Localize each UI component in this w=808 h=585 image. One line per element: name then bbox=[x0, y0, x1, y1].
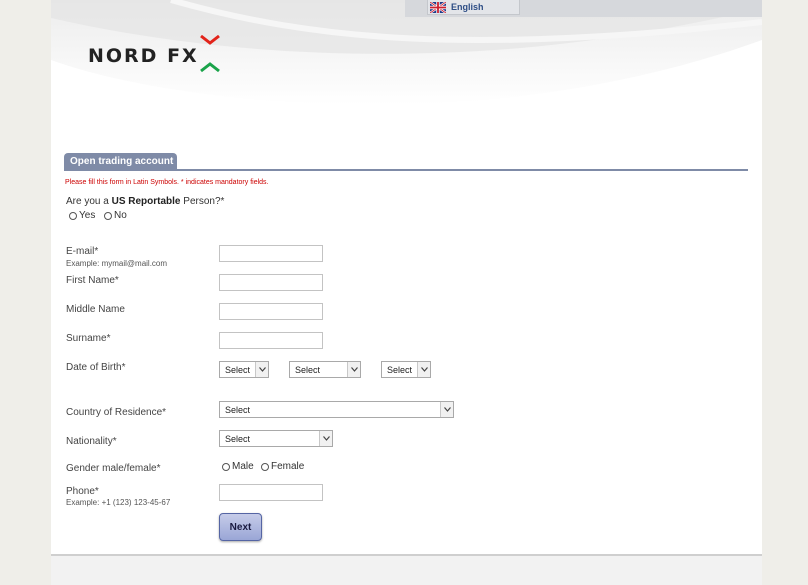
question-bold: US Reportable bbox=[111, 196, 181, 207]
next-button[interactable]: Next bbox=[219, 513, 262, 541]
gender-label: Gender male/female* bbox=[66, 463, 161, 474]
radio-no-label: No bbox=[114, 210, 127, 221]
language-selector[interactable]: English bbox=[427, 0, 520, 15]
tab-label: Open trading account bbox=[70, 156, 174, 167]
nationality-label: Nationality* bbox=[66, 436, 117, 447]
page: English NORD FX Open trading account Ple… bbox=[51, 0, 762, 585]
country-select[interactable]: Select bbox=[219, 401, 454, 418]
dob-year-value: Select bbox=[387, 364, 413, 375]
us-yes-option[interactable]: Yes bbox=[69, 210, 95, 221]
surname-label: Surname* bbox=[66, 333, 111, 344]
question-suffix: Person?* bbox=[180, 196, 225, 207]
phone-label: Phone* bbox=[66, 486, 99, 497]
radio-female[interactable] bbox=[261, 462, 269, 471]
dob-month-select[interactable]: Select bbox=[289, 361, 361, 378]
logo-text: NORD FX bbox=[88, 45, 199, 67]
us-reportable-question: Are you a US Reportable Person?* bbox=[66, 196, 224, 207]
gender-male-option[interactable]: Male bbox=[222, 461, 254, 472]
first-name-label: First Name* bbox=[66, 275, 119, 286]
nationality-value: Select bbox=[225, 433, 251, 444]
uk-flag-icon bbox=[429, 0, 447, 14]
chevron-down-icon bbox=[319, 431, 332, 446]
tab-underline bbox=[64, 169, 748, 171]
question-prefix: Are you a bbox=[66, 196, 112, 207]
middle-name-label: Middle Name bbox=[66, 304, 125, 315]
email-hint: Example: mymail@mail.com bbox=[66, 259, 168, 268]
email-field[interactable] bbox=[219, 245, 323, 262]
footer bbox=[51, 554, 762, 585]
country-label: Country of Residence* bbox=[66, 407, 167, 418]
middle-name-field[interactable] bbox=[219, 303, 323, 320]
logo-chevrons-icon bbox=[199, 34, 220, 78]
dob-year-select[interactable]: Select bbox=[381, 361, 431, 378]
radio-yes[interactable] bbox=[69, 211, 77, 220]
email-label: E-mail* bbox=[66, 246, 99, 257]
surname-field[interactable] bbox=[219, 332, 323, 349]
chevron-down-icon bbox=[347, 362, 360, 377]
tab-open-trading-account[interactable]: Open trading account bbox=[64, 153, 177, 170]
radio-male-label: Male bbox=[232, 461, 254, 472]
dob-day-select[interactable]: Select bbox=[219, 361, 269, 378]
chevron-down-icon bbox=[440, 402, 453, 417]
dob-day-value: Select bbox=[225, 364, 251, 375]
us-no-option[interactable]: No bbox=[104, 210, 127, 221]
radio-yes-label: Yes bbox=[79, 210, 96, 221]
nordfx-logo[interactable]: NORD FX bbox=[88, 34, 220, 78]
language-label: English bbox=[451, 2, 484, 12]
country-value: Select bbox=[225, 404, 251, 415]
phone-hint: Example: +1 (123) 123-45-67 bbox=[66, 498, 171, 507]
gender-female-option[interactable]: Female bbox=[261, 461, 304, 472]
dob-label: Date of Birth* bbox=[66, 362, 126, 373]
chevron-down-icon bbox=[255, 362, 268, 377]
radio-no[interactable] bbox=[104, 211, 112, 220]
dob-month-value: Select bbox=[295, 364, 321, 375]
language-bar: English bbox=[405, 0, 762, 17]
first-name-field[interactable] bbox=[219, 274, 323, 291]
chevron-down-icon bbox=[417, 362, 430, 377]
radio-male[interactable] bbox=[222, 462, 230, 471]
radio-female-label: Female bbox=[271, 461, 305, 472]
form-note: Please fill this form in Latin Symbols. … bbox=[65, 179, 269, 186]
phone-field[interactable] bbox=[219, 484, 323, 501]
nationality-select[interactable]: Select bbox=[219, 430, 333, 447]
